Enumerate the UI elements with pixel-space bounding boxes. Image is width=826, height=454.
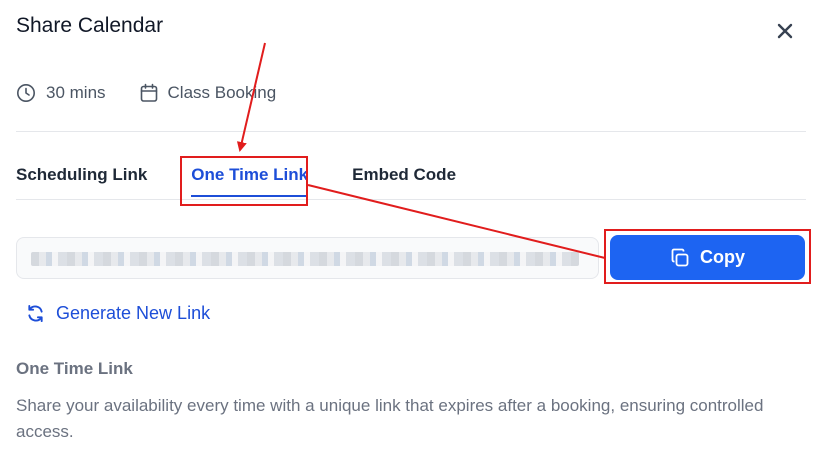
- tab-scheduling-link[interactable]: Scheduling Link: [16, 155, 147, 195]
- calendar-icon: [140, 83, 157, 102]
- info-description: Share your availability every time with …: [16, 396, 764, 441]
- duration-text: 30 mins: [46, 83, 106, 102]
- duration-info: 30 mins: [16, 83, 106, 103]
- generate-new-link-label: Generate New Link: [56, 303, 211, 323]
- share-calendar-dialog: Share Calendar 30 mins Class Booking Sch…: [0, 0, 826, 454]
- tabs-divider: [16, 199, 806, 200]
- one-time-link-field[interactable]: [16, 237, 599, 279]
- copy-button[interactable]: Copy: [610, 235, 805, 280]
- refresh-icon: [28, 304, 43, 323]
- event-meta: 30 mins Class Booking: [16, 80, 276, 106]
- blurred-link-text: [31, 252, 579, 266]
- info-title: One Time Link: [16, 359, 133, 378]
- annotation-arrows: [236, 42, 606, 259]
- dialog-title: Share Calendar: [16, 14, 164, 37]
- copy-icon: [671, 248, 689, 266]
- generate-new-link-button[interactable]: Generate New Link: [26, 303, 210, 324]
- clock-icon: [17, 84, 35, 102]
- close-button[interactable]: [773, 19, 797, 43]
- tab-embed-code[interactable]: Embed Code: [352, 155, 456, 195]
- event-name-text: Class Booking: [167, 83, 277, 102]
- copy-button-label: Copy: [700, 247, 745, 267]
- event-name-info: Class Booking: [140, 83, 277, 103]
- close-icon: [777, 23, 793, 39]
- divider: [16, 131, 806, 132]
- tab-one-time-link[interactable]: One Time Link: [191, 155, 308, 197]
- share-tabs: Scheduling Link One Time Link Embed Code: [16, 155, 456, 200]
